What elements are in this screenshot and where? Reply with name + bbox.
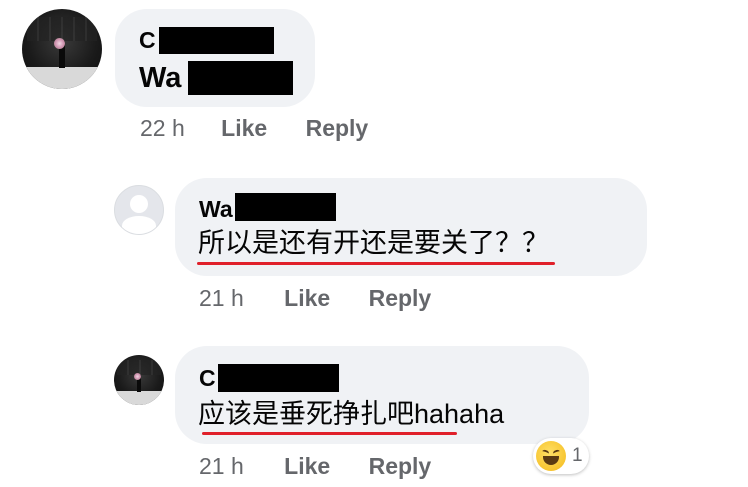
avatar-photo-bouquet <box>134 373 141 380</box>
red-underline-annotation <box>202 432 457 435</box>
reply-avatar[interactable] <box>114 185 164 235</box>
reply-timestamp[interactable]: 21 h <box>199 287 244 310</box>
like-button[interactable]: Like <box>221 117 267 140</box>
comment-timestamp[interactable]: 22 h <box>140 117 185 140</box>
red-underline-annotation <box>197 262 555 265</box>
like-button[interactable]: Like <box>284 287 330 310</box>
redacted-author-name <box>218 364 339 392</box>
reply-author-name[interactable]: Wa <box>199 198 233 221</box>
reaction-badge[interactable]: 1 <box>533 438 589 474</box>
commenter-avatar[interactable] <box>22 9 102 89</box>
redacted-comment-text <box>188 61 293 95</box>
avatar-photo-background <box>26 17 98 41</box>
reply-actions: 21 h Like Reply <box>199 455 431 478</box>
emoji-eye-right <box>552 448 561 457</box>
avatar-photo-floor <box>22 66 102 89</box>
emoji-eye-left <box>541 448 550 457</box>
reply-button[interactable]: Reply <box>369 455 432 478</box>
reply-text: 应该是垂死挣扎吧hahaha <box>198 399 505 429</box>
comment-text: Wa <box>139 62 182 94</box>
comment-author-name[interactable]: C <box>139 29 156 52</box>
default-avatar-head <box>129 194 149 213</box>
reply-actions: 21 h Like Reply <box>199 287 431 310</box>
redacted-author-name <box>159 27 274 54</box>
reply-button[interactable]: Reply <box>306 117 369 140</box>
reply-text: 所以是还有开还是要关了？？ <box>198 228 549 258</box>
redacted-author-name <box>235 193 336 221</box>
reply-bubble: C 应该是垂死挣扎吧hahaha <box>175 346 589 444</box>
emoji-mouth <box>543 456 559 465</box>
like-button[interactable]: Like <box>284 455 330 478</box>
comment-actions: 22 h Like Reply <box>140 117 368 140</box>
reply-bubble: Wa 所以是还有开还是要关了？？ <box>175 178 647 276</box>
laughing-emoji-icon <box>536 441 566 471</box>
reply-button[interactable]: Reply <box>369 287 432 310</box>
reply-author-name[interactable]: C <box>199 367 216 390</box>
comment-bubble: C Wa <box>115 9 315 107</box>
avatar-photo-floor <box>114 391 164 405</box>
reply-avatar[interactable] <box>114 355 164 405</box>
reaction-count: 1 <box>572 445 583 466</box>
default-avatar-body <box>122 215 156 234</box>
reply-timestamp[interactable]: 21 h <box>199 455 244 478</box>
